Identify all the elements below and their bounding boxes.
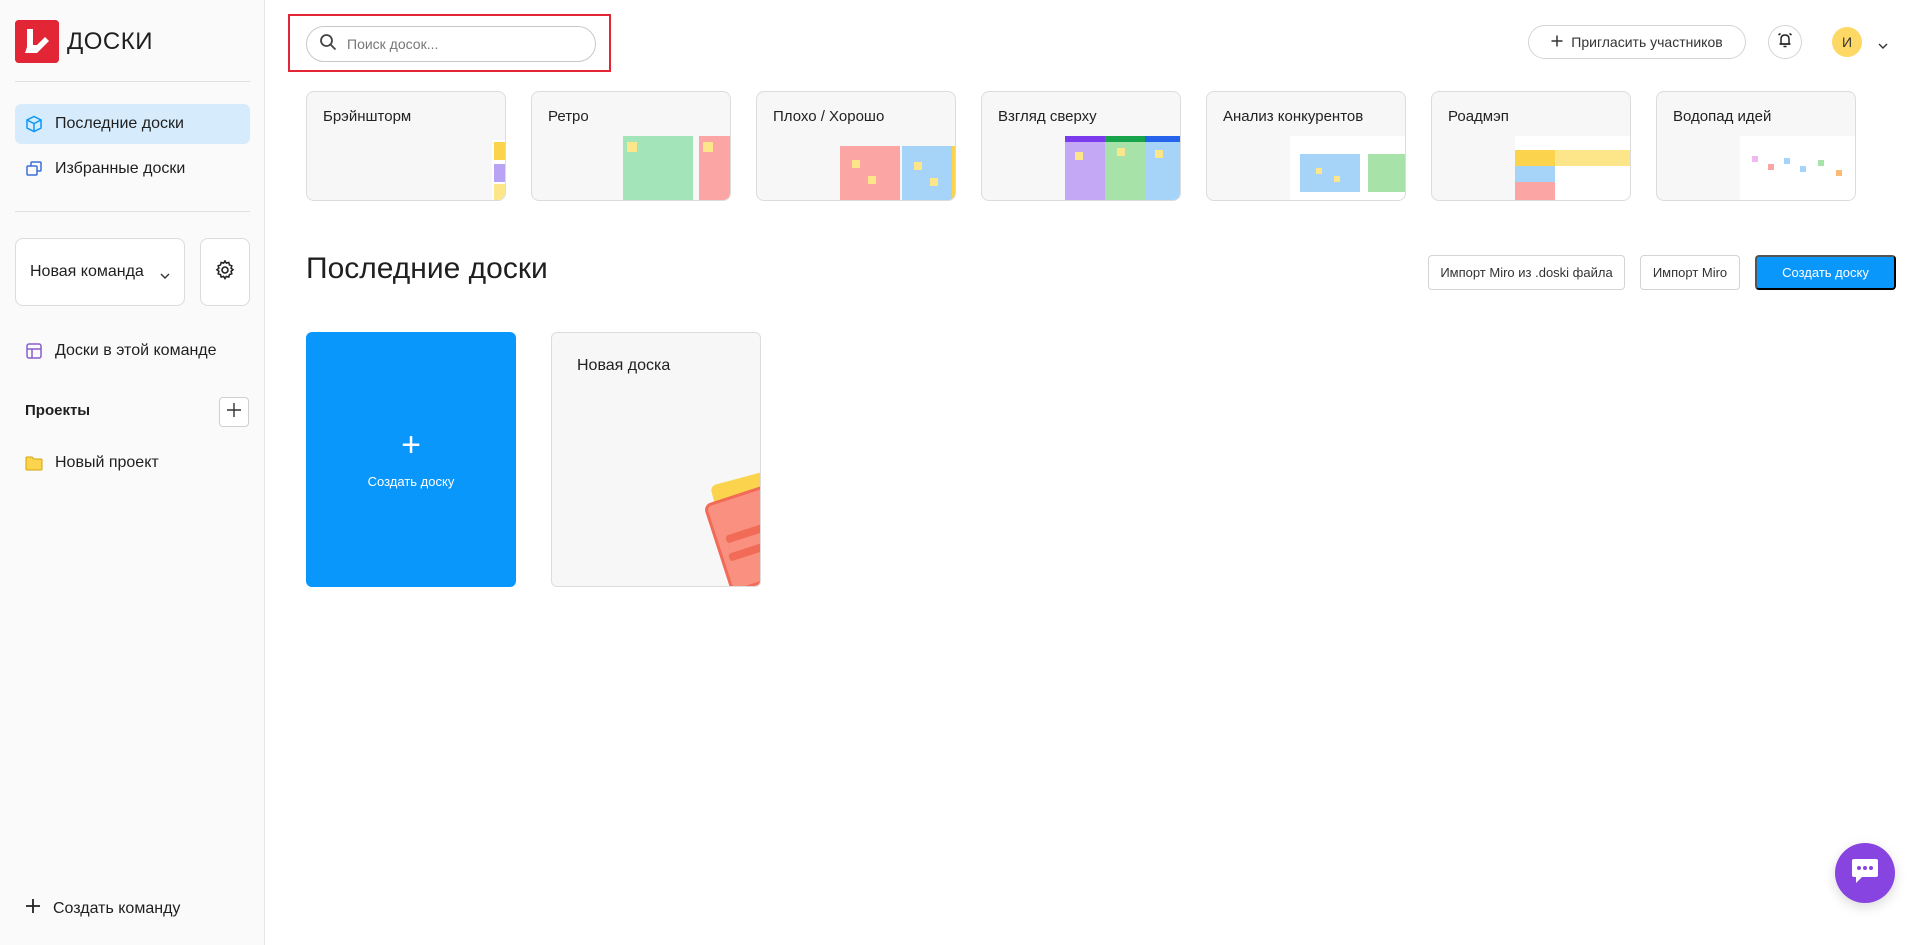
app-logo[interactable]: ДОСКИ <box>15 20 153 63</box>
nav-favorite-boards[interactable]: Избранные доски <box>15 149 250 189</box>
template-title: Брэйншторм <box>323 108 412 125</box>
team-settings-button[interactable] <box>200 238 250 306</box>
nav-team-boards-label: Доски в этой команде <box>55 342 217 359</box>
nav-recent-boards[interactable]: Последние доски <box>15 104 250 144</box>
alarm-bell-icon <box>1776 31 1794 54</box>
project-item-label: Новый проект <box>55 454 159 471</box>
stacked-boards-icon <box>25 160 43 178</box>
notifications-button[interactable] <box>1768 25 1802 59</box>
template-preview-image <box>390 136 505 200</box>
search-input[interactable] <box>347 36 567 52</box>
board-card-title: Новая доска <box>577 357 671 374</box>
cube-icon <box>25 115 43 133</box>
search-field[interactable] <box>306 26 596 62</box>
plus-icon: + <box>401 426 421 464</box>
template-title: Водопад идей <box>1673 108 1772 125</box>
template-preview-image <box>1740 136 1855 200</box>
page-title: Последние доски <box>306 252 548 285</box>
logo-mark-icon <box>15 20 59 63</box>
plus-icon <box>25 898 41 919</box>
template-card-top-view[interactable]: Взгляд сверху <box>981 91 1181 201</box>
template-title: Анализ конкурентов <box>1223 108 1364 125</box>
template-card-competitor-analysis[interactable]: Анализ конкурентов <box>1206 91 1406 201</box>
create-board-button[interactable]: Создать доску <box>1755 255 1896 290</box>
template-card-idea-waterfall[interactable]: Водопад идей <box>1656 91 1856 201</box>
invite-members-label: Пригласить участников <box>1571 34 1723 50</box>
board-card[interactable]: Новая доска <box>551 332 761 587</box>
nav-favorite-boards-label: Избранные доски <box>55 160 186 177</box>
sidebar-divider <box>15 81 250 82</box>
template-card-brainstorm[interactable]: Брэйншторм <box>306 91 506 201</box>
team-select-value: Новая команда <box>30 263 144 280</box>
folder-icon <box>25 454 43 472</box>
template-card-roadmap[interactable]: Роадмэп <box>1431 91 1631 201</box>
chat-bubble-icon <box>1850 857 1880 890</box>
create-board-card-label: Создать доску <box>367 474 455 489</box>
sidebar-divider <box>15 211 250 212</box>
chat-support-button[interactable] <box>1835 843 1895 903</box>
chevron-down-icon[interactable] <box>1878 36 1888 54</box>
projects-title: Проекты <box>25 402 91 419</box>
template-preview-image <box>1290 136 1405 200</box>
template-preview-image <box>1065 136 1180 200</box>
add-project-button[interactable] <box>219 397 249 427</box>
template-card-bad-good[interactable]: Плохо / Хорошо <box>756 91 956 201</box>
project-item[interactable]: Новый проект <box>15 443 250 483</box>
search-icon <box>319 33 337 56</box>
plus-icon <box>226 402 242 423</box>
create-team-label: Создать команду <box>53 899 181 917</box>
nav-recent-boards-label: Последние доски <box>55 115 184 132</box>
import-doski-file-button[interactable]: Импорт Miro из .doski файла <box>1428 255 1625 290</box>
template-title: Взгляд сверху <box>998 108 1097 125</box>
template-title: Ретро <box>548 108 589 125</box>
import-miro-button[interactable]: Импорт Miro <box>1640 255 1740 290</box>
template-title: Плохо / Хорошо <box>773 108 885 125</box>
gear-icon <box>215 258 235 285</box>
logo-text: ДОСКИ <box>67 27 153 55</box>
template-preview-image <box>623 136 730 200</box>
sidebar: ДОСКИ Последние доски Избранные доски Но… <box>0 0 265 945</box>
template-preview-image <box>1515 136 1630 200</box>
invite-members-button[interactable]: Пригласить участников <box>1528 25 1746 59</box>
template-preview-image <box>840 146 955 200</box>
template-title: Роадмэп <box>1448 108 1509 125</box>
create-team-button[interactable]: Создать команду <box>25 898 180 919</box>
board-layout-icon <box>25 342 43 360</box>
search-highlight <box>288 14 611 72</box>
team-select[interactable]: Новая команда <box>15 238 185 306</box>
plus-icon <box>1551 34 1563 50</box>
nav-team-boards[interactable]: Доски в этой команде <box>15 331 250 371</box>
board-thumbnail-image <box>705 466 760 586</box>
template-card-retro[interactable]: Ретро <box>531 91 731 201</box>
create-board-card[interactable]: + Создать доску <box>306 332 516 587</box>
chevron-down-icon <box>160 266 170 284</box>
user-avatar[interactable]: И <box>1832 27 1862 57</box>
